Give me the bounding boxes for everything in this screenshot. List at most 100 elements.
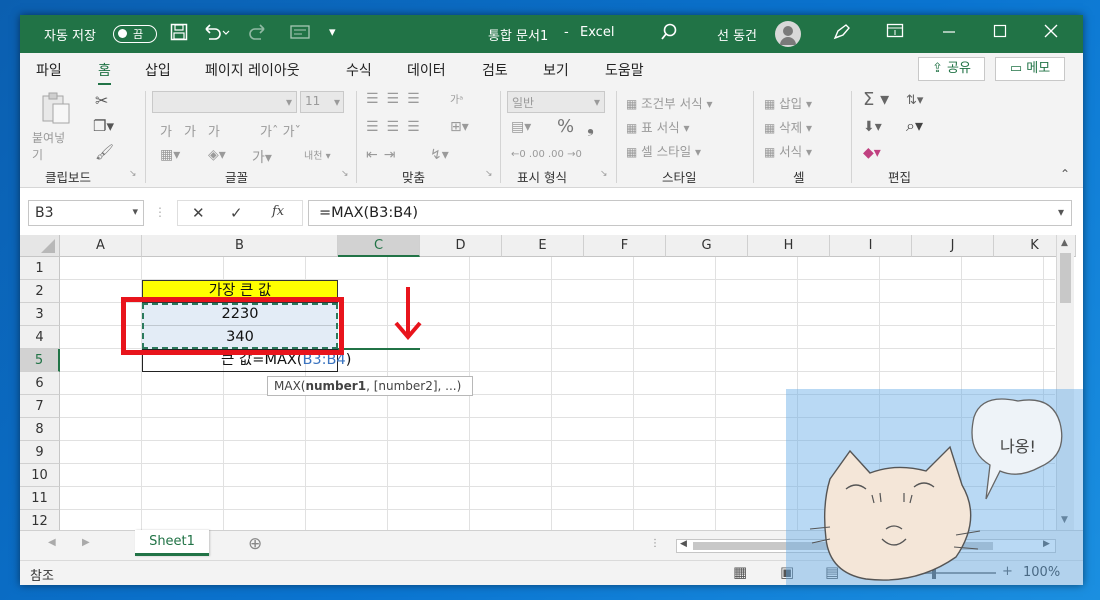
new-sheet-icon[interactable]: ⊕ [248, 534, 262, 554]
form-icon[interactable] [290, 23, 312, 45]
borders-icon[interactable]: ▦▾ [160, 147, 180, 163]
share-button[interactable]: ⇪ 공유 [918, 57, 985, 81]
search-icon[interactable] [660, 23, 678, 45]
number-launcher-icon[interactable]: ↘ [600, 169, 608, 179]
row-header-6[interactable]: 6 [20, 372, 60, 395]
column-header-i[interactable]: I [830, 235, 912, 257]
save-icon[interactable] [170, 23, 188, 45]
autosum-icon[interactable]: Σ ▾ [863, 89, 889, 110]
clipboard-launcher-icon[interactable]: ↘ [129, 169, 137, 179]
column-header-a[interactable]: A [60, 235, 142, 257]
tab-formulas[interactable]: 수식 [346, 60, 372, 80]
row-header-10[interactable]: 10 [20, 464, 60, 487]
fill-icon[interactable]: ⬇▾ [863, 119, 882, 135]
font-color-icon[interactable]: 가▾ [252, 147, 272, 167]
comments-button[interactable]: ▭ 메모 [995, 57, 1065, 81]
font-name-combo[interactable]: ▾ [152, 91, 297, 113]
alignment-launcher-icon[interactable]: ↘ [485, 169, 493, 179]
phonetic-icon[interactable]: 내천 ▾ [304, 147, 331, 162]
percent-icon[interactable]: % [557, 116, 574, 137]
wrap-text-icon[interactable]: ↯▾ [430, 147, 449, 163]
ribbon-display-options-icon[interactable] [886, 23, 904, 43]
function-tooltip[interactable]: MAX(number1, [number2], ...) [267, 376, 473, 396]
row-header-2[interactable]: 2 [20, 280, 60, 303]
column-header-b[interactable]: B [142, 235, 338, 257]
scroll-left-icon[interactable]: ◀ [680, 539, 687, 549]
scroll-up-icon[interactable]: ▲ [1061, 238, 1068, 248]
redo-icon[interactable] [246, 23, 274, 45]
expand-formula-bar-icon[interactable]: ▾ [1058, 205, 1064, 219]
sort-filter-icon[interactable]: ⇅▾ [906, 93, 923, 108]
formula-input[interactable]: =MAX(B3:B4) [308, 200, 1072, 226]
enter-icon[interactable]: ✓ [230, 204, 243, 222]
tab-file[interactable]: 파일 [36, 60, 62, 80]
cut-icon[interactable]: ✂ [95, 91, 108, 110]
tab-insert[interactable]: 삽입 [145, 60, 171, 80]
paste-button[interactable]: 붙여넣기 [32, 91, 76, 162]
format-as-table-button[interactable]: ▦ 표 서식 ▾ [626, 117, 689, 136]
select-all-corner[interactable] [20, 235, 60, 257]
row-header-9[interactable]: 9 [20, 441, 60, 464]
collapse-ribbon-icon[interactable]: ⌃ [1060, 167, 1070, 181]
insert-function-icon[interactable]: fx [272, 204, 284, 219]
undo-icon[interactable] [202, 23, 230, 45]
tab-view[interactable]: 보기 [543, 60, 569, 80]
font-launcher-icon[interactable]: ↘ [341, 169, 349, 179]
find-select-icon[interactable]: ⌕▾ [906, 116, 923, 136]
row-header-3[interactable]: 3 [20, 303, 60, 326]
pen-icon[interactable] [832, 23, 852, 45]
cell-styles-button[interactable]: ▦ 셀 스타일 ▾ [626, 141, 701, 160]
font-size-combo[interactable]: 11 ▾ [300, 91, 344, 113]
comma-icon[interactable]: ❟ [587, 116, 594, 137]
format-cells-button[interactable]: ▦ 서식 ▾ [764, 141, 812, 160]
conditional-formatting-button[interactable]: ▦ 조건부 서식 ▾ [626, 93, 712, 112]
decrease-decimal-icon[interactable]: .00 →0 [548, 149, 582, 160]
minimize-icon[interactable] [942, 23, 956, 43]
normal-view-icon[interactable]: ▦ [733, 563, 747, 581]
grow-shrink-font-icon[interactable]: 가ˆ 가ˇ [260, 121, 301, 140]
sheet-tab-sheet1[interactable]: Sheet1 [135, 530, 209, 556]
column-header-d[interactable]: D [420, 235, 502, 257]
row-header-1[interactable]: 1 [20, 257, 60, 280]
accounting-format-icon[interactable]: ▤▾ [511, 119, 531, 135]
column-header-h[interactable]: H [748, 235, 830, 257]
number-format-combo[interactable]: 일반 ▾ [507, 91, 605, 113]
row-header-8[interactable]: 8 [20, 418, 60, 441]
clear-icon[interactable]: ◆▾ [863, 145, 881, 161]
tab-review[interactable]: 검토 [482, 60, 508, 80]
scroll-tabs-left-icon[interactable]: ◀ [48, 537, 56, 548]
close-icon[interactable] [1044, 23, 1058, 43]
vertical-align-icons[interactable]: ☰☰☰ [366, 91, 428, 107]
column-header-e[interactable]: E [502, 235, 584, 257]
merge-center-icon[interactable]: ⊞▾ [450, 119, 469, 135]
customize-qat-icon[interactable]: ▾ [329, 25, 336, 40]
column-header-g[interactable]: G [666, 235, 748, 257]
tab-help[interactable]: 도움말 [605, 60, 644, 80]
tab-data[interactable]: 데이터 [407, 60, 446, 80]
fill-color-icon[interactable]: ◈▾ [208, 147, 226, 163]
maximize-icon[interactable] [993, 23, 1007, 43]
row-header-11[interactable]: 11 [20, 487, 60, 510]
delete-cells-button[interactable]: ▦ 삭제 ▾ [764, 117, 812, 136]
orientation-icon[interactable]: 가ᵃ [450, 91, 463, 106]
indent-icons[interactable]: ⇤⇥ [366, 147, 401, 163]
row-header-7[interactable]: 7 [20, 395, 60, 418]
scroll-tabs-right-icon[interactable]: ▶ [82, 537, 90, 548]
column-header-f[interactable]: F [584, 235, 666, 257]
scroll-thumb[interactable] [1060, 253, 1071, 303]
row-header-4[interactable]: 4 [20, 326, 60, 349]
row-header-5[interactable]: 5 [20, 349, 60, 372]
insert-cells-button[interactable]: ▦ 삽입 ▾ [764, 93, 812, 112]
user-avatar[interactable] [775, 21, 801, 47]
column-header-j[interactable]: J [912, 235, 994, 257]
font-style-buttons[interactable]: 가가가 [160, 121, 232, 140]
increase-decimal-icon[interactable]: ←0 .00 [511, 149, 545, 160]
autosave-toggle[interactable]: 끔 [113, 25, 157, 43]
cancel-icon[interactable]: ✕ [192, 204, 205, 222]
column-header-c[interactable]: C [338, 235, 420, 257]
tab-home[interactable]: 홈 [98, 60, 111, 86]
tab-page-layout[interactable]: 페이지 레이아웃 [205, 60, 300, 80]
format-painter-icon[interactable]: 🖌 [95, 143, 114, 161]
copy-icon[interactable]: ❐▾ [93, 117, 114, 135]
horizontal-align-icons[interactable]: ☰☰☰ [366, 119, 428, 135]
